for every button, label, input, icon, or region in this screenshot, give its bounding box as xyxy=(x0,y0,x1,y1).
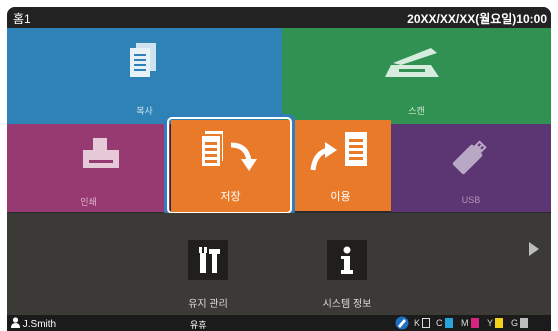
print-label: 인쇄 xyxy=(80,197,97,207)
ink-m-label: M xyxy=(461,318,469,328)
datetime: 20XX/XX/XX(월요일)10:00 xyxy=(407,12,547,26)
status-bar: J.Smith 유휴 K C M Y G xyxy=(7,315,551,331)
usb-label: USB xyxy=(461,195,481,205)
ink-g-label: G xyxy=(511,318,519,328)
top-bar: 홈1 20XX/XX/XX(월요일)10:00 xyxy=(7,7,551,28)
scanner-icon xyxy=(385,48,439,77)
system-info-button[interactable] xyxy=(327,240,367,280)
user-name: J.Smith xyxy=(22,319,57,330)
page-title: 홈1 xyxy=(13,12,31,26)
info-icon xyxy=(341,246,353,274)
use-document-icon xyxy=(310,132,367,171)
next-page-arrow-icon[interactable] xyxy=(529,242,539,256)
tools-icon xyxy=(199,247,220,273)
print-tile[interactable]: 인쇄 xyxy=(7,124,170,212)
system-info-label: 시스템 정보 xyxy=(322,299,372,310)
usb-tile[interactable]: USB xyxy=(391,124,551,212)
lower-panel: 유지 관리 시스템 정보 xyxy=(7,213,551,315)
home-screen: 홈1 20XX/XX/XX(월요일)10:00 복사 스캔 인쇄 이용 USB … xyxy=(7,7,551,331)
ink-k-label: K xyxy=(414,318,421,328)
ink-status-icon xyxy=(395,316,409,330)
ink-c-level xyxy=(445,318,453,328)
use-label: 이용 xyxy=(330,191,351,203)
selection-highlight-inner xyxy=(167,117,292,214)
machine-status: 유휴 xyxy=(190,320,207,330)
ink-g-level xyxy=(520,318,528,328)
printer-icon xyxy=(83,138,119,168)
user-indicator[interactable]: J.Smith xyxy=(11,317,56,330)
ink-c-label: C xyxy=(436,318,443,328)
ink-y-level xyxy=(495,318,503,328)
use-tile[interactable]: 이용 xyxy=(290,120,391,211)
scan-tile[interactable]: 스캔 xyxy=(282,28,551,124)
scan-label: 스캔 xyxy=(408,106,425,116)
document-icon xyxy=(130,43,156,77)
ink-y-label: Y xyxy=(487,318,494,328)
usb-icon xyxy=(452,140,487,175)
ink-m-level xyxy=(471,318,479,328)
copy-tile[interactable]: 복사 xyxy=(7,28,282,124)
maintenance-button[interactable] xyxy=(188,240,228,280)
user-icon xyxy=(11,317,20,328)
ink-k-level xyxy=(422,318,430,328)
maintenance-label: 유지 관리 xyxy=(188,299,228,310)
